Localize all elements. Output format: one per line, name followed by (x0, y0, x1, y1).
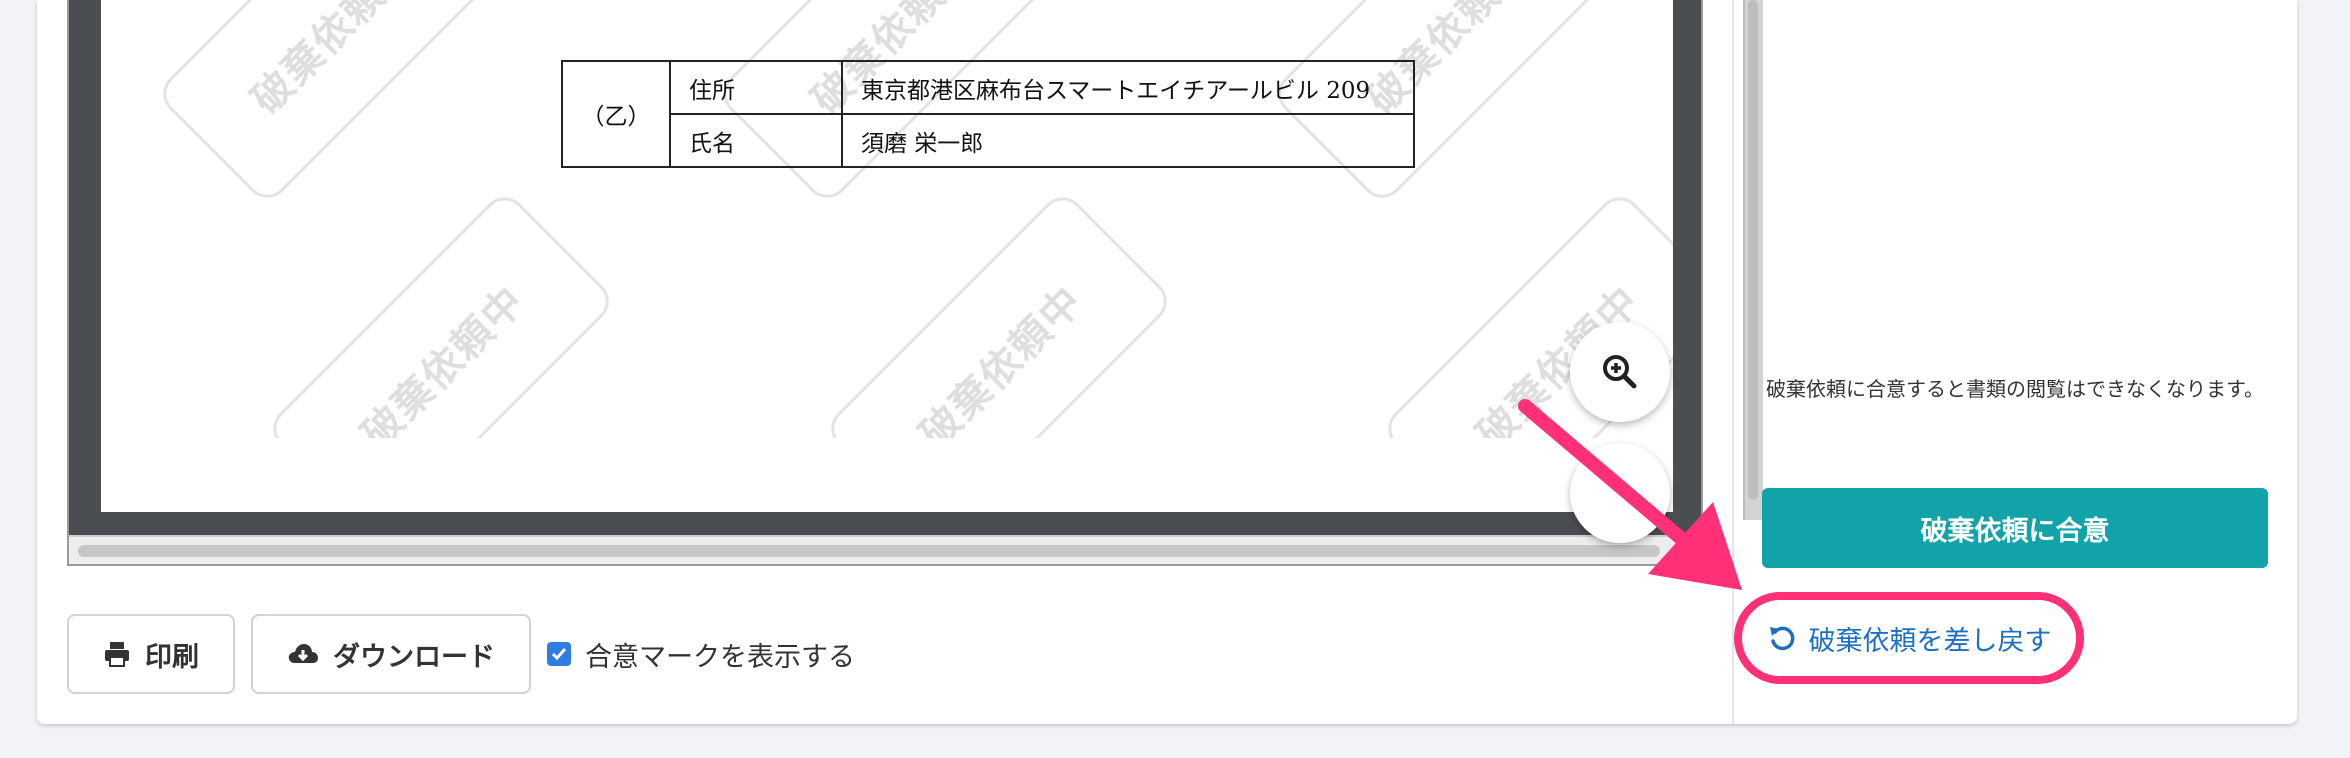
download-button[interactable]: ダウンロード (251, 614, 531, 694)
vertical-scroll-thumb[interactable] (1748, 0, 1758, 500)
table-row: 氏名 須磨 栄一郎 (562, 113, 1415, 168)
zoom-in-button[interactable] (1570, 322, 1670, 422)
show-agreement-mark-toggle[interactable]: 合意マークを表示する (547, 634, 855, 674)
cloud-download-icon (288, 644, 318, 663)
zoom-out-button[interactable] (1570, 443, 1670, 543)
page-bottom-area (101, 438, 1673, 512)
disposal-notice: 破棄依頼に合意すると書類の閲覧はできなくなります。 (1766, 377, 2264, 401)
return-disposal-label: 破棄依頼を差し戻す (1808, 625, 2052, 657)
download-label: ダウンロード (333, 641, 495, 673)
zoom-in-icon (1603, 355, 1637, 389)
party-label: （乙） (561, 60, 671, 168)
checkbox-checked-icon[interactable] (547, 642, 571, 666)
print-label: 印刷 (145, 641, 199, 673)
name-value: 須磨 栄一郎 (841, 113, 1415, 168)
return-disposal-request-link[interactable]: 破棄依頼を差し戻す (1734, 592, 2084, 684)
address-value: 東京都港区麻布台スマートエイチアールビル 209 (841, 60, 1415, 115)
printer-icon (105, 642, 129, 667)
document-page: 破棄依頼中 破棄依頼中 破棄依頼中 破棄依頼中 破棄依頼中 破棄依頼中 （乙） … (101, 0, 1673, 512)
undo-arrow-icon (1769, 626, 1794, 651)
watermark: 破棄依頼中 (154, 0, 508, 207)
name-label: 氏名 (669, 113, 843, 168)
horizontal-scrollbar[interactable] (69, 535, 1701, 564)
table-row: （乙） 住所 東京都港区麻布台スマートエイチアールビル 209 (561, 60, 1415, 168)
party-info-table: （乙） 住所 東京都港区麻布台スマートエイチアールビル 209 氏名 須磨 栄一… (561, 60, 1415, 168)
show-agreement-mark-label: 合意マークを表示する (585, 641, 855, 673)
address-label: 住所 (669, 60, 843, 115)
print-button[interactable]: 印刷 (67, 614, 235, 694)
horizontal-scroll-thumb[interactable] (78, 545, 1660, 557)
vertical-scrollbar[interactable] (1743, 0, 1763, 520)
agree-disposal-button[interactable]: 破棄依頼に合意 (1762, 488, 2268, 568)
document-viewer: 破棄依頼中 破棄依頼中 破棄依頼中 破棄依頼中 破棄依頼中 破棄依頼中 （乙） … (67, 0, 1763, 566)
agree-disposal-label: 破棄依頼に合意 (1920, 515, 2110, 547)
panel-divider (1732, 0, 1734, 724)
